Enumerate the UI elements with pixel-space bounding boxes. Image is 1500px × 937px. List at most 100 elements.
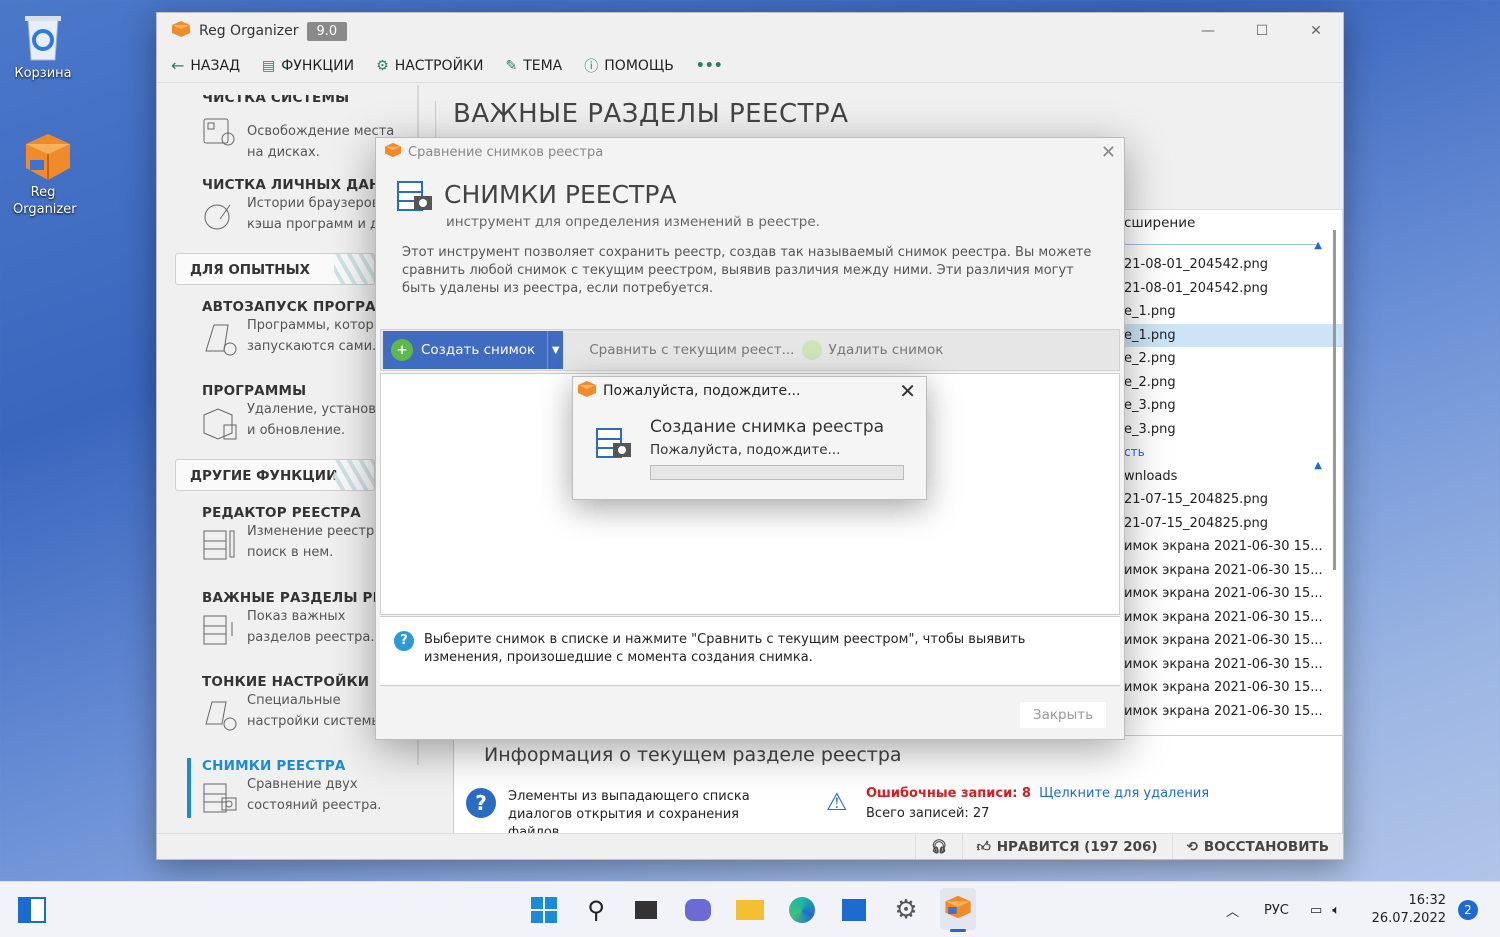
close-window-button[interactable]: ✕ [1289, 13, 1343, 49]
sidebar-item-programs[interactable]: ПРОГРАММЫ Удаление, установка и обновлен… [157, 383, 392, 463]
list-item[interactable]: имок экрана 2021-06-30 15... [1124, 629, 1342, 653]
chat-button[interactable] [682, 894, 714, 926]
menu-functions[interactable]: ▤ ФУНКЦИИ [262, 58, 354, 74]
sidebar-item-system-cleanup[interactable]: ЧИСТКА СИСТЕМЫ Освобождение места на дис… [157, 95, 394, 175]
dialog-footer: Закрыть [376, 686, 1124, 740]
total-records: Всего записей: 27 [866, 806, 990, 821]
list-item[interactable]: имок экрана 2021-06-30 15... [1124, 606, 1342, 630]
menu-help-label: ПОМОЩЬ [604, 57, 674, 74]
restore-button[interactable]: ⟲ ВОССТАНОВИТЬ [1171, 834, 1343, 859]
version-badge: 9.0 [306, 21, 348, 41]
list-item[interactable]: имок экрана 2021-06-30 15... [1124, 582, 1342, 606]
widgets-icon [18, 897, 46, 923]
menu-theme[interactable]: ✎ ТЕМА [505, 58, 562, 74]
sidebar-item-tweaks[interactable]: ТОНКИЕ НАСТРОЙКИ Специальные настройки с… [157, 674, 386, 754]
sidebar-item-desc: Специальные [247, 693, 341, 708]
list-item[interactable]: e_3.png [1124, 418, 1342, 442]
maximize-button[interactable]: ☐ [1235, 13, 1289, 49]
app-logo-icon [577, 380, 597, 402]
language-label: РУС [1264, 902, 1289, 918]
menu-more[interactable]: ••• [696, 58, 723, 74]
dialog-hint: ? Выберите снимок в списке и нажмите "Ср… [380, 616, 1120, 686]
widgets-button[interactable] [16, 894, 48, 926]
disk-cleanup-icon [202, 113, 238, 149]
create-snapshot-dropdown[interactable]: ▼ [547, 331, 564, 369]
menu-back[interactable]: ← НАЗАД [171, 56, 240, 75]
sidebar-item-desc: Изменение реестра, [247, 524, 387, 539]
important-registry-icon [202, 612, 238, 648]
list-item[interactable]: wnloads [1124, 465, 1342, 489]
list-item[interactable]: e_1.png [1124, 323, 1342, 347]
dialog-title: Сравнение снимков реестра [408, 144, 604, 160]
sidebar-item-autorun[interactable]: АВТОЗАПУСК ПРОГРАММ Программы, которые з… [157, 299, 403, 379]
gear-icon: ⚙ [894, 895, 918, 925]
task-view-button[interactable] [630, 894, 662, 926]
list-group-header: сть [1124, 445, 1145, 459]
menu-settings-label: НАСТРОЙКИ [394, 57, 484, 74]
close-dialog-button[interactable]: ✕ [1101, 142, 1116, 163]
like-button[interactable]: 👍︎ НРАВИТСЯ (197 206) [961, 834, 1172, 859]
list-item[interactable]: e_3.png [1124, 394, 1342, 418]
list-item[interactable]: имок экрана 2021-06-30 15... [1124, 676, 1342, 700]
restore-icon: ⟲ [1186, 838, 1198, 855]
list-item[interactable]: 21-08-01_204542.png [1124, 277, 1342, 301]
start-button[interactable] [528, 894, 560, 926]
sidebar-item-title: ЧИСТКА СИСТЕМЫ [202, 95, 350, 106]
menu-help[interactable]: ⓘ ПОМОЩЬ [584, 56, 674, 76]
tray-overflow-button[interactable]: ︿ [1226, 882, 1239, 937]
close-wait-button[interactable]: ✕ [899, 379, 916, 403]
sidebar-item-registry-editor[interactable]: РЕДАКТОР РЕЕСТРА Изменение реестра, поис… [157, 505, 386, 585]
desktop-icon-recycle-bin[interactable]: Корзина [8, 12, 78, 81]
store-icon [842, 899, 866, 921]
question-icon: ? [466, 788, 496, 818]
reg-organizer-app-icon [20, 130, 70, 180]
settings-button[interactable]: ⚙ [890, 894, 922, 926]
list-item[interactable]: 21-08-01_204542.png [1124, 253, 1342, 277]
section-experienced[interactable]: ДЛЯ ОПЫТНЫХ [175, 253, 375, 285]
list-item[interactable]: имок экрана 2021-06-30 15... [1124, 653, 1342, 677]
list-item[interactable]: 21-07-15_204825.png [1124, 512, 1342, 536]
close-button[interactable]: Закрыть [1020, 702, 1106, 728]
store-button[interactable] [838, 894, 870, 926]
list-item[interactable]: e_2.png [1124, 347, 1342, 371]
list-scrollbar[interactable] [1333, 230, 1336, 570]
reg-organizer-taskbar-button[interactable] [940, 888, 976, 932]
support-button[interactable]: 🎧︎ [915, 834, 961, 859]
search-button[interactable]: ⚲ [580, 894, 612, 926]
list-item[interactable]: e_1.png [1124, 300, 1342, 324]
list-header: сширение [1124, 215, 1196, 231]
list-item[interactable]: 21-07-15_204825.png [1124, 488, 1342, 512]
menu-settings[interactable]: ⚙ НАСТРОЙКИ [376, 58, 483, 74]
autorun-icon [202, 321, 238, 357]
language-indicator[interactable]: РУС [1264, 882, 1289, 937]
system-icons[interactable]: ▭ 🔈︎ [1310, 882, 1340, 937]
app-logo-icon [171, 20, 191, 42]
collapse-icon[interactable]: ▲ [1314, 460, 1322, 471]
sidebar-item-registry-snapshots[interactable]: СНИМКИ РЕЕСТРА Сравнение двух состояний … [157, 758, 381, 835]
desktop-icon-reg-organizer[interactable]: Reg Organizer [8, 130, 78, 218]
desktop-icon-label: Reg Organizer [13, 185, 77, 217]
minimize-button[interactable]: — [1181, 13, 1235, 49]
delete-snapshot-button[interactable]: Удалить снимок [802, 340, 943, 360]
reg-organizer-app-icon [944, 894, 972, 924]
edge-button[interactable] [786, 894, 818, 926]
hint-text: Выберите снимок в списке и нажмите "Срав… [424, 632, 1026, 665]
section-other-functions[interactable]: ДРУГИЕ ФУНКЦИИ [175, 459, 375, 491]
programs-box-icon [202, 405, 238, 441]
list-item[interactable]: имок экрана 2021-06-30 15... [1124, 559, 1342, 583]
list-item[interactable]: e_2.png [1124, 371, 1342, 395]
clock[interactable]: 16:32 26.07.2022 [1372, 882, 1446, 937]
gear-icon: ⚙ [376, 57, 389, 74]
collapse-icon[interactable]: ▲ [1314, 240, 1322, 251]
section-label: ДРУГИЕ ФУНКЦИИ [190, 468, 338, 484]
menu-back-label: НАЗАД [190, 57, 241, 74]
notifications-button[interactable]: 2 [1458, 882, 1478, 937]
dialog-toolbar: + Создать снимок ▼ Сравнить с текущим ре… [380, 329, 1120, 371]
delete-link[interactable]: Щелкните для удаления [1039, 786, 1209, 801]
list-item[interactable]: имок экрана 2021-06-30 15... [1124, 700, 1342, 724]
file-explorer-button[interactable] [734, 894, 766, 926]
list-item[interactable]: имок экрана 2021-06-30 15... [1124, 535, 1342, 559]
warning-icon: ⚠ [826, 788, 848, 816]
create-snapshot-button[interactable]: + Создать снимок [383, 331, 548, 369]
compare-button[interactable]: Сравнить с текущим реест... [589, 342, 794, 358]
